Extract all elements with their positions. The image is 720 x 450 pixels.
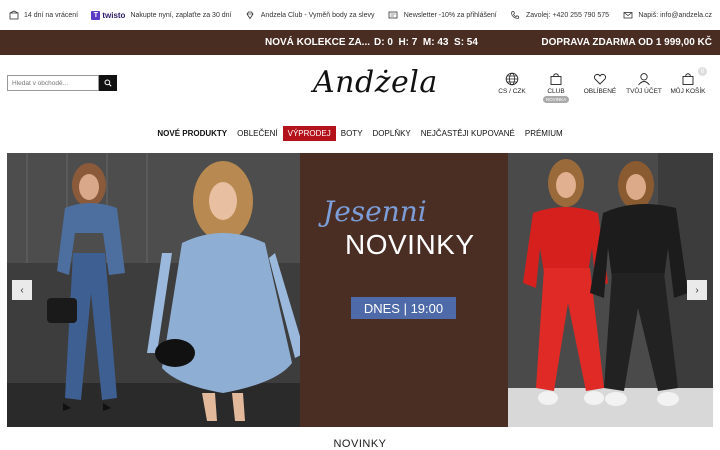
diamond-icon <box>245 10 256 21</box>
favorites-link[interactable]: OBLÍBENÉ <box>578 72 622 103</box>
countdown: NOVÁ KOLEKCE ZA... D: 0 H: 7 M: 43 S: 54 <box>265 37 478 48</box>
newsletter-text: Newsletter -10% za přihlášení <box>403 11 497 19</box>
newsletter-icon <box>388 10 399 21</box>
main-nav: NOVÉ PRODUKTY OBLEČENÍ VÝPRODEJ BOTY DOP… <box>0 115 720 152</box>
club-link[interactable]: CLUB NOVINKA <box>534 72 578 103</box>
mail-info[interactable]: Napiš: info@andzela.cz <box>622 10 712 21</box>
phone-text: Zavolej: +420 255 790 575 <box>525 11 610 19</box>
currency-label: CS / CZK <box>498 88 526 95</box>
cart-label: MŮJ KOŠÍK <box>670 88 706 95</box>
chevron-right-icon: › <box>695 284 699 296</box>
chevron-left-icon: ‹ <box>20 284 24 296</box>
nav-item-shoes[interactable]: BOTY <box>336 126 368 141</box>
club-text: Andzela Club - Vyměň body za slevy <box>260 11 375 19</box>
search-button[interactable] <box>99 75 117 91</box>
club-info[interactable]: Andzela Club - Vyměň body za slevy <box>245 10 375 21</box>
hero-photo-denim <box>7 153 305 427</box>
favorites-label: OBLÍBENÉ <box>583 88 617 95</box>
currency-switcher[interactable]: CS / CZK <box>490 72 534 103</box>
returns-info[interactable]: 14 dní na vrácení <box>8 10 78 21</box>
nav-item-bestsellers[interactable]: NEJČASTĚJI KUPOVANÉ <box>416 126 520 141</box>
section-title-new: NOVINKY <box>333 438 387 450</box>
cart-link[interactable]: 0 MŮJ KOŠÍK <box>666 67 710 103</box>
phone-icon <box>510 10 521 21</box>
nav-item-clothing[interactable]: OBLEČENÍ <box>232 126 282 141</box>
newsletter-info[interactable]: Newsletter -10% za přihlášení <box>388 10 497 21</box>
hero-title: NOVINKY <box>345 229 475 260</box>
nav-item-accessories[interactable]: DOPLŇKY <box>368 126 416 141</box>
hero-script-title: Jesenni <box>323 195 427 228</box>
account-label: TVŮJ ÚČET <box>626 88 662 95</box>
phone-info[interactable]: Zavolej: +420 255 790 575 <box>510 10 609 21</box>
top-info-bar: 14 dní na vrácení Ttwisto Nakupte nyní, … <box>0 0 720 30</box>
user-icon <box>638 73 650 86</box>
tracksuit-models-illustration <box>508 153 713 427</box>
search-input[interactable] <box>7 75 99 91</box>
denim-models-illustration <box>7 153 305 427</box>
mail-icon <box>622 10 633 21</box>
hero-date-badge: DNES | 19:00 <box>351 297 456 319</box>
site-header: Andżela CS / CZK CLUB NOVINKA OBLÍBENÉ T… <box>0 55 720 115</box>
nav-item-sale[interactable]: VÝPRODEJ <box>282 126 336 141</box>
account-link[interactable]: TVŮJ ÚČET <box>622 72 666 103</box>
countdown-timer: D: 0 H: 7 M: 43 S: 54 <box>374 37 478 48</box>
slider-next-button[interactable]: › <box>687 280 707 300</box>
cart-count-badge: 0 <box>698 67 707 76</box>
nav-item-premium[interactable]: PRÉMIUM <box>520 126 568 141</box>
site-logo[interactable]: Andżela <box>313 65 438 100</box>
club-label: CLUB <box>547 88 565 95</box>
nav-item-new-products[interactable]: NOVÉ PRODUKTY <box>152 126 232 141</box>
slider-prev-button[interactable]: ‹ <box>12 280 32 300</box>
returns-text: 14 dní na vrácení <box>24 11 79 19</box>
twisto-text: Nakupte nyní, zaplaťte za 30 dní <box>130 11 232 19</box>
promo-bar: NOVÁ KOLEKCE ZA... D: 0 H: 7 M: 43 S: 54… <box>0 30 720 55</box>
shopping-bag-icon <box>550 73 562 85</box>
hero-text-panel: Jesenni NOVINKY DNES | 19:00 <box>300 153 508 427</box>
twisto-logo: Ttwisto <box>91 10 125 20</box>
hero-banner[interactable]: Jesenni NOVINKY DNES | 19:00 ‹ › <box>7 153 713 427</box>
cart-icon <box>682 73 694 85</box>
twisto-info[interactable]: Ttwisto Nakupte nyní, zaplaťte za 30 dní <box>91 10 232 20</box>
collection-label: NOVÁ KOLEKCE ZA... <box>265 37 371 48</box>
header-actions: CS / CZK CLUB NOVINKA OBLÍBENÉ TVŮJ ÚČET… <box>490 67 710 103</box>
heart-icon <box>593 73 607 85</box>
search-form <box>7 75 117 91</box>
search-icon <box>104 79 112 87</box>
free-shipping-label: DOPRAVA ZDARMA OD 1 999,00 KČ <box>541 37 712 48</box>
mail-text: Napiš: info@andzela.cz <box>638 11 712 19</box>
hero-photo-tracksuits <box>508 153 713 427</box>
new-badge: NOVINKA <box>542 96 570 103</box>
return-box-icon <box>8 10 19 21</box>
globe-icon <box>505 72 519 86</box>
